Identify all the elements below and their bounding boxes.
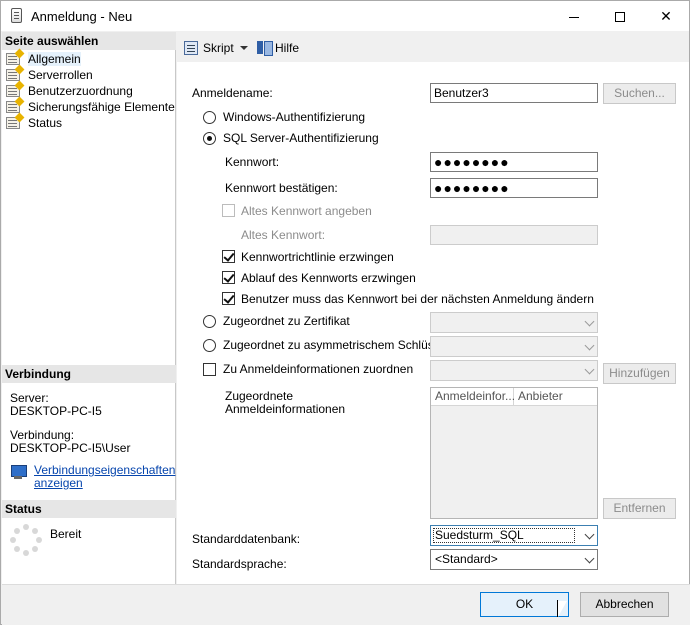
- default-database-value: Suedsturm_SQL: [433, 528, 575, 543]
- page-item-status[interactable]: Status: [4, 115, 175, 131]
- old-password-checkbox[interactable]: [222, 204, 235, 217]
- help-button[interactable]: Hilfe: [275, 41, 299, 55]
- asymmetric-key-radio[interactable]: [203, 339, 216, 352]
- default-language-combo[interactable]: <Standard>: [430, 549, 598, 570]
- status-value: Bereit: [50, 527, 82, 541]
- progress-spinner-icon: [10, 524, 42, 556]
- script-dropdown-arrow-icon[interactable]: [240, 46, 248, 50]
- page-item-benutzerzuordnung[interactable]: Benutzerzuordnung: [4, 83, 175, 99]
- enforce-expiration-checkbox[interactable]: [222, 271, 235, 284]
- chevron-down-icon: [584, 529, 595, 540]
- old-password-check-label: Altes Kennwort angeben: [241, 204, 372, 218]
- close-button[interactable]: ✕: [643, 1, 689, 31]
- enforce-policy-checkbox[interactable]: [222, 250, 235, 263]
- maximize-icon: [615, 12, 625, 23]
- mouse-cursor-icon: [557, 600, 567, 617]
- default-database-label: Standarddatenbank:: [192, 532, 301, 546]
- general-page: Anmeldename: Benutzer3 Suchen... Windows…: [177, 62, 689, 584]
- page-icon: [6, 53, 20, 65]
- asymmetric-key-combo[interactable]: [430, 336, 598, 357]
- button-bar: OK Abbrechen: [2, 584, 690, 625]
- login-name-input[interactable]: Benutzer3: [430, 83, 598, 103]
- default-database-combo[interactable]: Suedsturm_SQL: [430, 525, 598, 546]
- cancel-button[interactable]: Abbrechen: [580, 592, 669, 617]
- pages-header: Seite auswählen: [2, 32, 176, 50]
- minimize-icon: [569, 16, 579, 18]
- windows-auth-radio[interactable]: [203, 111, 216, 124]
- old-password-label: Altes Kennwort:: [241, 228, 326, 242]
- chevron-down-icon: [584, 316, 595, 327]
- credential-combo[interactable]: [430, 360, 598, 381]
- connection-value: DESKTOP-PC-I5\User: [10, 441, 131, 455]
- connection-properties-link[interactable]: Verbindungseigenschaften anzeigen: [34, 464, 175, 490]
- connection-properties-icon: [10, 465, 28, 479]
- page-item-serverrollen[interactable]: Serverrollen: [4, 67, 175, 83]
- enforce-expiration-label: Ablauf des Kennworts erzwingen: [241, 271, 416, 285]
- script-button[interactable]: Skript: [203, 41, 234, 55]
- must-change-label: Benutzer muss das Kennwort bei der nächs…: [241, 292, 594, 306]
- remove-credential-button[interactable]: Entfernen: [603, 498, 676, 519]
- certificate-combo[interactable]: [430, 312, 598, 333]
- help-book-icon[interactable]: [257, 40, 273, 56]
- page-item-label: Serverrollen: [28, 68, 93, 82]
- login-new-dialog: Anmeldung - Neu ✕ Seite auswählen Allgem…: [0, 0, 690, 625]
- status-header: Status: [2, 500, 176, 518]
- confirm-password-label: Kennwort bestätigen:: [225, 181, 338, 195]
- page-icon: [6, 85, 20, 97]
- page-list: Allgemein Serverrollen Benutzerzuordnung…: [4, 51, 175, 131]
- old-password-input[interactable]: [430, 225, 598, 245]
- mapped-credentials-label-line1: Zugeordnete: [225, 389, 294, 403]
- page-icon: [6, 101, 20, 113]
- grid-header-credential[interactable]: Anmeldeinfor...: [431, 388, 515, 406]
- script-icon[interactable]: [184, 41, 198, 55]
- page-item-label: Status: [28, 116, 63, 130]
- toolbar: Skript Hilfe: [177, 32, 689, 62]
- mapped-credentials-label-line2: Anmeldeinformationen: [225, 402, 346, 416]
- minimize-button[interactable]: [551, 1, 597, 31]
- left-pane: Seite auswählen Allgemein Serverrollen B…: [2, 32, 176, 584]
- chevron-down-icon: [584, 364, 595, 375]
- asymmetric-key-label: Zugeordnet zu asymmetrischem Schlüssel: [223, 338, 450, 352]
- app-icon: [11, 8, 22, 23]
- windows-auth-label: Windows-Authentifizierung: [223, 110, 366, 124]
- map-credential-checkbox[interactable]: [203, 363, 216, 376]
- page-item-label: Sicherungsfähige Elemente: [28, 100, 175, 114]
- must-change-checkbox[interactable]: [222, 292, 235, 305]
- title-bar: Anmeldung - Neu ✕: [1, 1, 689, 31]
- default-language-label: Standardsprache:: [192, 557, 287, 571]
- chevron-down-icon: [584, 340, 595, 351]
- chevron-down-icon: [584, 553, 595, 564]
- close-icon: ✕: [660, 8, 672, 24]
- server-value: DESKTOP-PC-I5: [10, 404, 102, 418]
- ok-button[interactable]: OK: [480, 592, 569, 617]
- page-item-label: Allgemein: [28, 52, 81, 66]
- default-language-value: <Standard>: [435, 552, 498, 566]
- confirm-password-input[interactable]: ●●●●●●●●: [430, 178, 598, 198]
- sql-auth-radio[interactable]: [203, 132, 216, 145]
- map-credential-label: Zu Anmeldeinformationen zuordnen: [223, 362, 414, 376]
- login-name-label: Anmeldename:: [192, 86, 273, 100]
- page-item-allgemein[interactable]: Allgemein: [4, 51, 175, 67]
- search-button[interactable]: Suchen...: [603, 83, 676, 104]
- certificate-radio[interactable]: [203, 315, 216, 328]
- page-icon: [6, 117, 20, 129]
- grid-header-provider[interactable]: Anbieter: [514, 388, 597, 406]
- password-input[interactable]: ●●●●●●●●: [430, 152, 598, 172]
- connection-header: Verbindung: [2, 365, 176, 383]
- certificate-label: Zugeordnet zu Zertifikat: [223, 314, 350, 328]
- window-title: Anmeldung - Neu: [31, 9, 133, 24]
- add-credential-button[interactable]: Hinzufügen: [603, 363, 676, 384]
- password-label: Kennwort:: [225, 155, 280, 169]
- maximize-button[interactable]: [597, 1, 643, 31]
- page-item-label: Benutzerzuordnung: [28, 84, 133, 98]
- page-icon: [6, 69, 20, 81]
- page-item-sicherungsfaehige-elemente[interactable]: Sicherungsfähige Elemente: [4, 99, 175, 115]
- mapped-credentials-grid[interactable]: Anmeldeinfor... Anbieter: [430, 387, 598, 519]
- enforce-policy-label: Kennwortrichtlinie erzwingen: [241, 250, 394, 264]
- sql-auth-label: SQL Server-Authentifizierung: [223, 131, 379, 145]
